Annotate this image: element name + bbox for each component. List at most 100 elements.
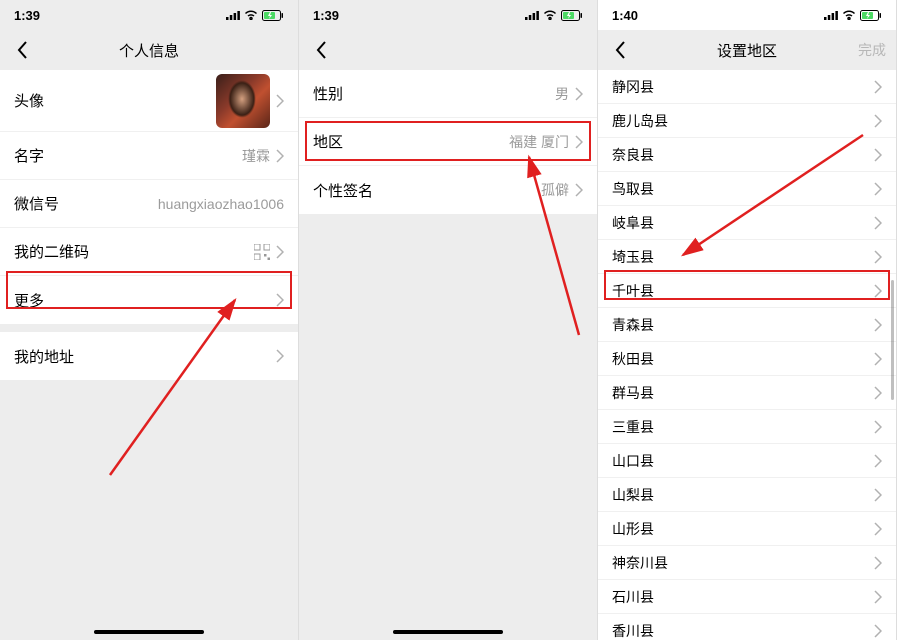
home-indicator[interactable] — [94, 630, 204, 634]
region-label: 鸟取县 — [612, 179, 654, 199]
row-name[interactable]: 名字 瑾霖 — [0, 132, 298, 180]
row-right — [874, 182, 882, 196]
battery-icon — [561, 10, 583, 21]
region-item[interactable]: 鹿儿岛县 — [598, 104, 896, 138]
page-title: 设置地区 — [717, 40, 777, 61]
chevron-right-icon — [276, 94, 284, 108]
row-wxid[interactable]: 微信号 huangxiaozhao1006 — [0, 180, 298, 228]
page-title: 个人信息 — [119, 40, 179, 61]
chevron-right-icon — [575, 135, 583, 149]
row-label: 我的二维码 — [14, 241, 89, 262]
chevron-right-icon — [874, 352, 882, 366]
chevron-right-icon — [874, 590, 882, 604]
back-button[interactable] — [10, 38, 34, 62]
signal-icon — [226, 10, 240, 20]
row-label: 名字 — [14, 145, 44, 166]
row-region[interactable]: 地区 福建 厦门 — [299, 118, 597, 166]
region-item[interactable]: 山梨县 — [598, 478, 896, 512]
row-label: 地区 — [313, 131, 343, 152]
region-item[interactable]: 石川县 — [598, 580, 896, 614]
chevron-right-icon — [276, 245, 284, 259]
region-item[interactable]: 香川县 — [598, 614, 896, 640]
wifi-icon — [543, 10, 557, 20]
row-right — [874, 488, 882, 502]
screen-profile: 1:39 个人信息 头像 名字 瑾霖 微信号 — [0, 0, 299, 640]
region-label: 石川县 — [612, 587, 654, 607]
row-qrcode[interactable]: 我的二维码 — [0, 228, 298, 276]
done-button[interactable]: 完成 — [858, 40, 886, 60]
statusbar-time: 1:39 — [14, 8, 40, 23]
header — [299, 30, 597, 70]
region-label: 山形县 — [612, 519, 654, 539]
row-right — [874, 624, 882, 638]
region-item[interactable]: 神奈川县 — [598, 546, 896, 580]
region-item[interactable]: 山形县 — [598, 512, 896, 546]
chevron-right-icon — [874, 114, 882, 128]
row-gender[interactable]: 性别 男 — [299, 70, 597, 118]
region-label: 三重县 — [612, 417, 654, 437]
region-item[interactable]: 奈良县 — [598, 138, 896, 172]
region-item[interactable]: 千叶县 — [598, 274, 896, 308]
screen-set-region: 1:40 设置地区 完成 静冈县鹿儿岛县奈良县鸟取县岐阜县埼玉县千叶县青森县秋田… — [598, 0, 897, 640]
header: 设置地区 完成 — [598, 30, 896, 70]
row-value: 福建 厦门 — [509, 132, 569, 152]
row-label: 头像 — [14, 90, 44, 111]
region-label: 鹿儿岛县 — [612, 111, 668, 131]
row-label: 微信号 — [14, 193, 59, 214]
back-button[interactable] — [309, 38, 333, 62]
chevron-right-icon — [874, 386, 882, 400]
row-right — [874, 114, 882, 128]
region-item[interactable]: 三重县 — [598, 410, 896, 444]
chevron-right-icon — [874, 454, 882, 468]
chevron-right-icon — [874, 522, 882, 536]
row-right — [216, 74, 284, 128]
row-right — [874, 454, 882, 468]
region-item[interactable]: 静冈县 — [598, 70, 896, 104]
row-value: 瑾霖 — [242, 146, 270, 166]
row-right — [874, 590, 882, 604]
region-item[interactable]: 埼玉县 — [598, 240, 896, 274]
row-bio[interactable]: 个性签名 孤僻 — [299, 166, 597, 214]
row-label: 我的地址 — [14, 346, 74, 367]
region-label: 岐阜县 — [612, 213, 654, 233]
statusbar-time: 1:40 — [612, 8, 638, 23]
row-right — [874, 318, 882, 332]
row-value: 孤僻 — [541, 180, 569, 200]
region-label: 千叶县 — [612, 281, 654, 301]
wifi-icon — [244, 10, 258, 20]
chevron-right-icon — [874, 216, 882, 230]
back-button[interactable] — [608, 38, 632, 62]
region-item[interactable]: 岐阜县 — [598, 206, 896, 240]
region-label: 山口县 — [612, 451, 654, 471]
header: 个人信息 — [0, 30, 298, 70]
chevron-right-icon — [874, 284, 882, 298]
region-list[interactable]: 静冈县鹿儿岛县奈良县鸟取县岐阜县埼玉县千叶县青森县秋田县群马县三重县山口县山梨县… — [598, 70, 896, 640]
region-item[interactable]: 鸟取县 — [598, 172, 896, 206]
row-right — [874, 250, 882, 264]
row-more[interactable]: 更多 — [0, 276, 298, 324]
chevron-right-icon — [874, 80, 882, 94]
profile-list-2: 我的地址 — [0, 332, 298, 380]
row-right — [276, 293, 284, 307]
battery-icon — [262, 10, 284, 21]
screen-more: 1:39 性别 男 地区 福建 厦门 个性签名 — [299, 0, 598, 640]
chevron-right-icon — [276, 149, 284, 163]
region-item[interactable]: 山口县 — [598, 444, 896, 478]
chevron-right-icon — [874, 624, 882, 638]
region-label: 香川县 — [612, 621, 654, 640]
home-indicator[interactable] — [393, 630, 503, 634]
scrollbar[interactable] — [891, 280, 894, 400]
chevron-right-icon — [874, 182, 882, 196]
chevron-right-icon — [276, 349, 284, 363]
chevron-right-icon — [874, 420, 882, 434]
region-item[interactable]: 群马县 — [598, 376, 896, 410]
row-avatar[interactable]: 头像 — [0, 70, 298, 132]
region-item[interactable]: 青森县 — [598, 308, 896, 342]
row-address[interactable]: 我的地址 — [0, 332, 298, 380]
region-item[interactable]: 秋田县 — [598, 342, 896, 376]
row-right: 福建 厦门 — [509, 132, 583, 152]
chevron-right-icon — [874, 148, 882, 162]
row-right — [874, 556, 882, 570]
signal-icon — [525, 10, 539, 20]
row-right — [874, 522, 882, 536]
